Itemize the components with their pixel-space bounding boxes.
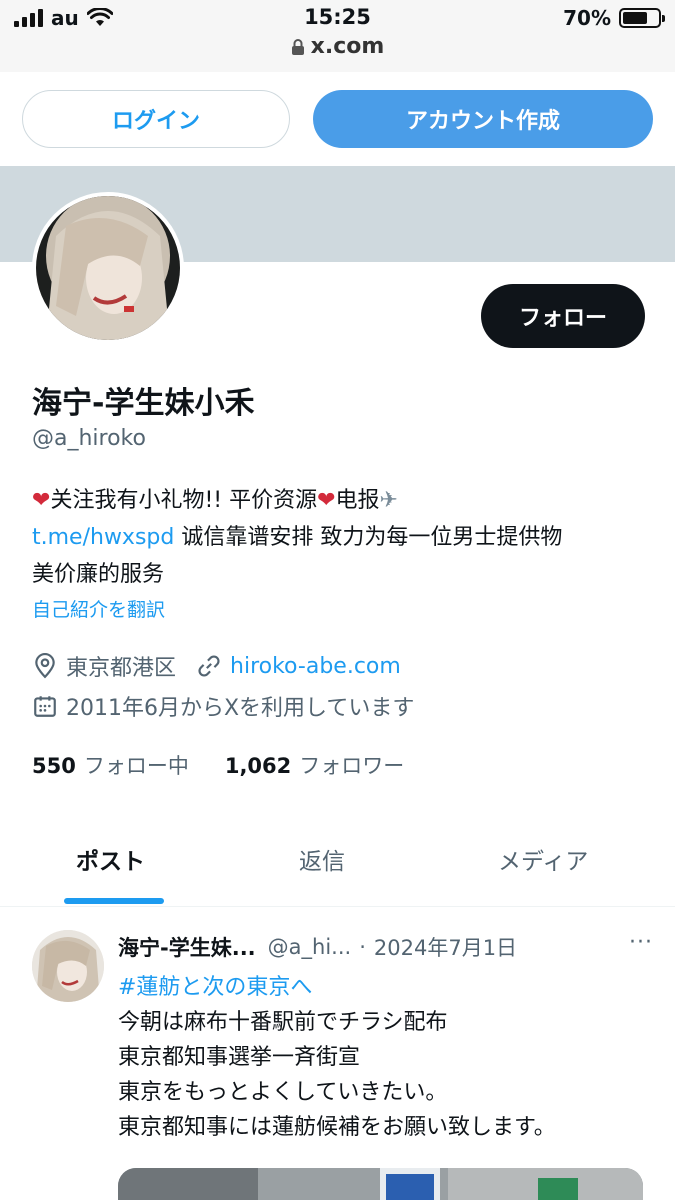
status-right: 70% bbox=[563, 6, 665, 30]
avatar-image bbox=[36, 196, 180, 340]
tab-media[interactable]: メディア bbox=[498, 842, 588, 876]
status-bar: au 15:25 70% x.com bbox=[0, 0, 675, 72]
post-media-image[interactable] bbox=[118, 1168, 643, 1200]
website-link[interactable]: hiroko-abe.com bbox=[230, 654, 401, 679]
post-media-photo bbox=[118, 1168, 643, 1200]
post-date[interactable]: 2024年7月1日 bbox=[374, 932, 517, 962]
auth-bar: ログイン アカウント作成 bbox=[0, 72, 675, 166]
profile-avatar[interactable] bbox=[32, 192, 184, 344]
bio-text-1: 关注我有小礼物!! 平价资源 bbox=[50, 488, 318, 513]
followers-count: 1,062 bbox=[224, 754, 292, 778]
following-stat[interactable]: 550 フォロー中 bbox=[32, 750, 189, 780]
post-body: #蓮舫と次の東京へ 今朝は麻布十番駅前でチラシ配布 東京都知事選挙一斉街宣 東京… bbox=[118, 970, 658, 1145]
calendar-icon bbox=[34, 696, 56, 717]
active-tab-indicator bbox=[64, 898, 164, 904]
tab-posts[interactable]: ポスト bbox=[76, 842, 145, 876]
followers-label: フォロワー bbox=[299, 754, 405, 778]
display-name: 海宁-学生妹小禾 bbox=[32, 386, 255, 421]
post-author-name[interactable]: 海宁-学生妹... bbox=[118, 932, 256, 962]
lock-icon bbox=[291, 38, 304, 55]
link-icon bbox=[198, 655, 220, 677]
bio-text-2: 诚信靠谱安排 致力为每一位男士提供物 bbox=[174, 525, 563, 550]
bio-text-tail: 电报 bbox=[335, 488, 380, 513]
following-count: 550 bbox=[32, 754, 76, 778]
post-hashtag[interactable]: #蓮舫と次の東京へ bbox=[118, 970, 658, 1005]
post-avatar-image bbox=[32, 930, 104, 1002]
post-author-handle[interactable]: @a_hi... bbox=[268, 935, 352, 959]
profile-bio: ❤关注我有小礼物!! 平价资源❤电报✈ t.me/hwxspd 诚信靠谱安排 致… bbox=[32, 482, 652, 593]
post-line: 東京都知事選挙一斉街宣 bbox=[118, 1045, 361, 1070]
follow-button[interactable]: フォロー bbox=[481, 284, 645, 348]
more-icon[interactable]: ··· bbox=[629, 930, 653, 955]
profile-stats: 550 フォロー中 1,062 フォロワー bbox=[32, 750, 404, 780]
location-text: 東京都港区 bbox=[66, 656, 177, 681]
bio-line-2: t.me/hwxspd 诚信靠谱安排 致力为每一位男士提供物 bbox=[32, 519, 652, 556]
url-text: x.com bbox=[310, 34, 385, 59]
translate-bio-link[interactable]: 自己紹介を翻訳 bbox=[32, 595, 165, 622]
airplane-icon: ✈ bbox=[379, 488, 398, 513]
post-header: 海宁-学生妹... @a_hi... · 2024年7月1日 ··· bbox=[118, 930, 653, 962]
location-icon bbox=[35, 653, 55, 679]
following-label: フォロー中 bbox=[83, 754, 189, 778]
battery-icon bbox=[619, 8, 665, 28]
post-line: 東京をもっとよくしていきたい。 bbox=[118, 1080, 448, 1105]
login-button[interactable]: ログイン bbox=[22, 90, 290, 148]
battery-percent: 70% bbox=[563, 6, 611, 30]
post-avatar[interactable] bbox=[32, 930, 104, 1002]
create-account-button[interactable]: アカウント作成 bbox=[313, 90, 653, 148]
profile-handle: @a_hiroko bbox=[32, 426, 146, 451]
profile-meta-row: 東京都港区 hiroko-abe.com bbox=[32, 650, 401, 682]
heart-icon: ❤ bbox=[32, 488, 51, 513]
url-bar[interactable]: x.com bbox=[0, 34, 675, 59]
bio-line-3: 美价廉的服务 bbox=[32, 562, 165, 587]
post-line: 今朝は麻布十番駅前でチラシ配布 bbox=[118, 1010, 448, 1035]
bio-link[interactable]: t.me/hwxspd bbox=[32, 525, 174, 550]
joined-row: 2011年6月からXを利用しています bbox=[32, 690, 414, 722]
bio-line-1: ❤关注我有小礼物!! 平价资源❤电报✈ bbox=[32, 482, 652, 519]
heart-icon: ❤ bbox=[317, 488, 336, 513]
post-separator: · bbox=[359, 935, 366, 959]
profile-tabs: ポスト 返信 メディア bbox=[0, 812, 675, 907]
followers-stat[interactable]: 1,062 フォロワー bbox=[225, 750, 404, 780]
post-line: 東京都知事には蓮舫候補をお願い致します。 bbox=[118, 1115, 556, 1140]
joined-text: 2011年6月からXを利用しています bbox=[66, 696, 415, 721]
tab-replies[interactable]: 返信 bbox=[299, 842, 345, 876]
